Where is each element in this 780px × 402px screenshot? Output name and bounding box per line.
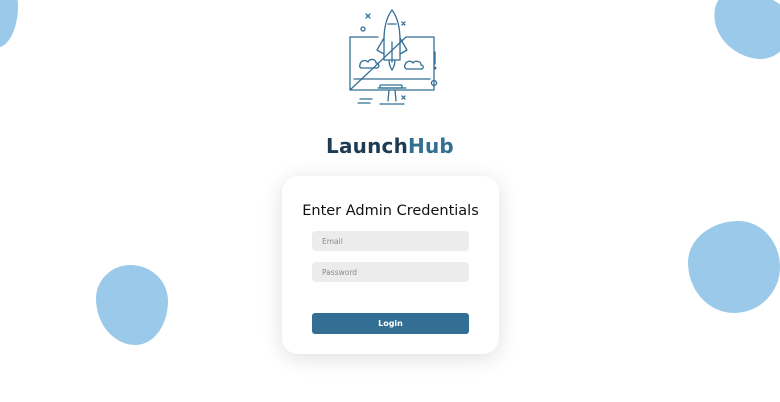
brand-name-part-1: Launch — [326, 134, 409, 158]
decorative-blob-left — [96, 265, 168, 345]
brand-title: LaunchHub — [0, 134, 780, 158]
login-card-title: Enter Admin Credentials — [302, 203, 479, 219]
login-button[interactable]: Login — [312, 313, 469, 334]
login-card: Enter Admin Credentials Login — [282, 176, 499, 354]
login-page: LaunchHub Enter Admin Credentials Login — [0, 0, 780, 402]
password-input[interactable] — [312, 262, 469, 282]
email-input[interactable] — [312, 231, 469, 251]
rocket-monitor-logo-icon — [344, 8, 440, 116]
decorative-blob-right — [688, 221, 780, 313]
decorative-blob-top-right — [708, 0, 780, 64]
decorative-blob-top-left — [0, 0, 18, 48]
brand-name-part-2: Hub — [408, 134, 454, 158]
